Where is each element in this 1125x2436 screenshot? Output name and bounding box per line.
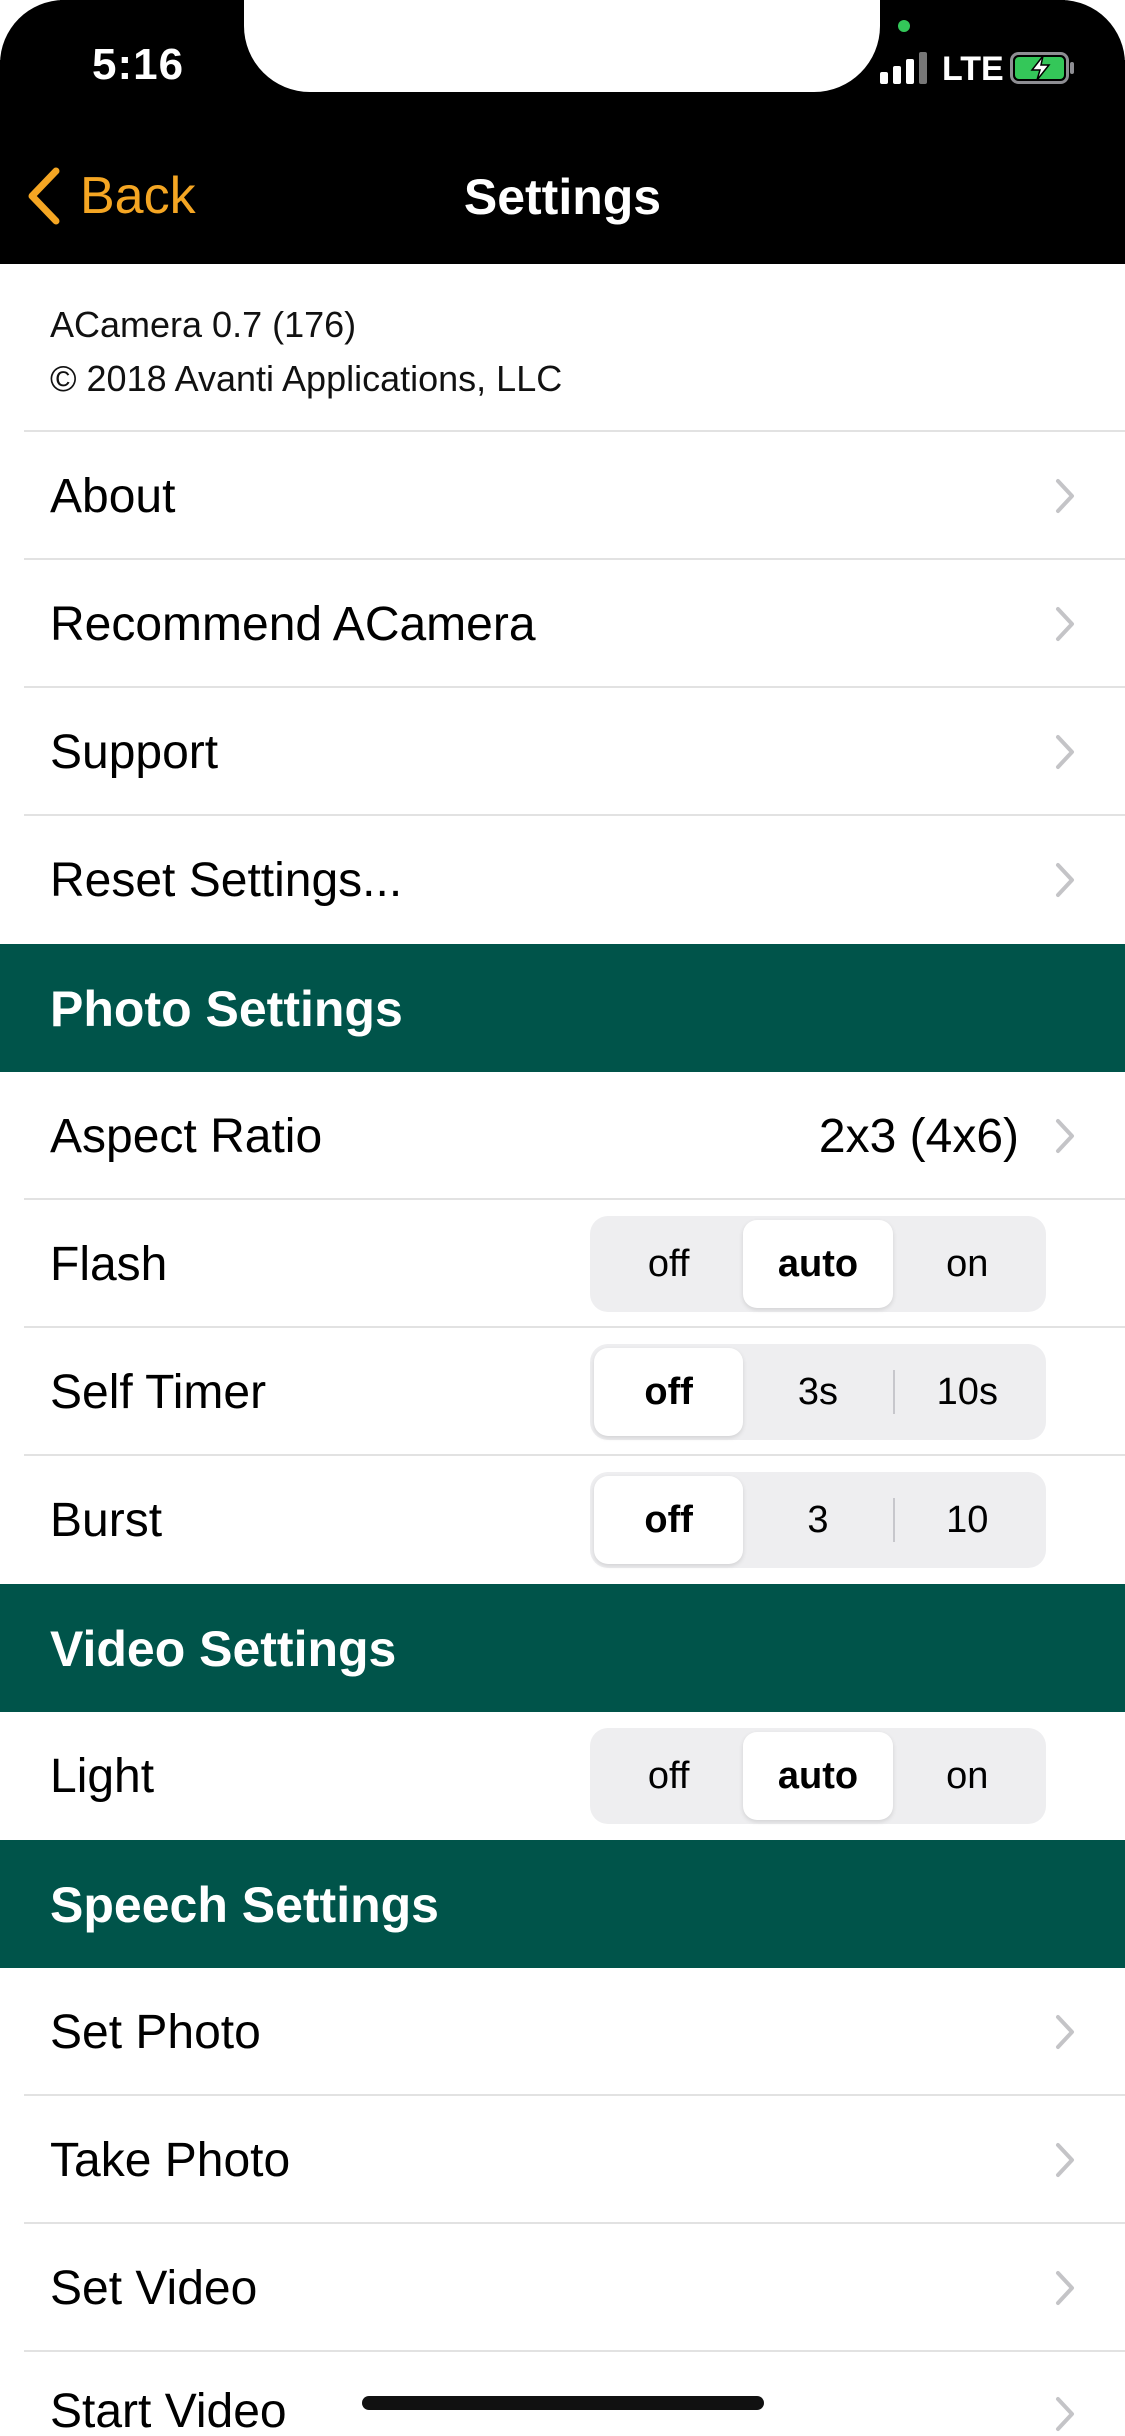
self-timer-segmented-control[interactable]: off 3s 10s [590,1344,1046,1440]
chevron-right-icon [1056,1119,1074,1153]
chevron-right-icon [1056,2271,1074,2305]
screen-corner-right [1005,0,1125,120]
speech-row-start-video[interactable]: Start Video [0,2352,1125,2436]
burst-option-off[interactable]: off [594,1476,744,1564]
row-label: About [50,469,176,523]
section-header-video: Video Settings [0,1584,1125,1712]
section-title: Speech Settings [50,1877,439,1933]
burst-option-10[interactable]: 10 [892,1476,1042,1564]
burst-segmented-control[interactable]: off 3 10 [590,1472,1046,1568]
section-header-photo: Photo Settings [0,944,1125,1072]
chevron-right-icon [1056,2143,1074,2177]
light-option-auto[interactable]: auto [743,1732,893,1820]
chevron-right-icon [1056,863,1074,897]
menu-row-recommend[interactable]: Recommend ACamera [0,560,1125,688]
section-title: Photo Settings [50,981,403,1037]
aspect-ratio-value: 2x3 (4x6) [818,1109,1019,1163]
home-indicator[interactable] [362,2396,764,2410]
section-header-speech: Speech Settings [0,1840,1125,1968]
row-label: Set Video [50,2261,258,2315]
self-timer-row: Self Timer off 3s 10s [0,1328,1125,1456]
cellular-signal-icon [880,52,927,84]
speech-row-set-photo[interactable]: Set Photo [0,1968,1125,2096]
app-info: ACamera 0.7 (176) © 2018 Avanti Applicat… [50,298,562,406]
status-time: 5:16 [92,40,185,89]
chevron-right-icon [1056,607,1074,641]
light-option-off[interactable]: off [594,1732,743,1820]
row-label: Start Video [50,2385,287,2436]
flash-segmented-control[interactable]: off auto on [590,1216,1046,1312]
self-timer-option-10s[interactable]: 10s [892,1348,1042,1436]
flash-row: Flash off auto on [0,1200,1125,1328]
row-label: Aspect Ratio [50,1109,323,1163]
row-label: Recommend ACamera [50,597,536,651]
camera-in-use-indicator [898,20,910,32]
burst-option-3[interactable]: 3 [743,1476,892,1564]
burst-row: Burst off 3 10 [0,1456,1125,1584]
flash-option-auto[interactable]: auto [743,1220,893,1308]
chevron-right-icon [1056,479,1074,513]
navigation-bar: 5:16 LTE Back Settings [0,0,1125,264]
flash-option-off[interactable]: off [594,1220,743,1308]
page-title: Settings [463,169,662,225]
row-label: Burst [50,1493,163,1547]
device-notch [244,0,880,92]
self-timer-option-3s[interactable]: 3s [743,1348,892,1436]
speech-row-set-video[interactable]: Set Video [0,2224,1125,2352]
screen-corner-left [0,0,120,120]
row-label: Support [50,725,219,779]
self-timer-option-off[interactable]: off [594,1348,744,1436]
light-segmented-control[interactable]: off auto on [590,1728,1046,1824]
menu-row-reset-settings[interactable]: Reset Settings... [0,816,1125,944]
light-option-on[interactable]: on [893,1732,1042,1820]
row-label: Self Timer [50,1365,267,1419]
chevron-right-icon [1056,735,1074,769]
menu-row-about[interactable]: About [0,432,1125,560]
chevron-right-icon [1056,2397,1074,2431]
speech-row-take-photo[interactable]: Take Photo [0,2096,1125,2224]
network-type: LTE [942,50,1004,88]
aspect-ratio-row[interactable]: Aspect Ratio 2x3 (4x6) [0,1072,1125,1200]
menu-row-support[interactable]: Support [0,688,1125,816]
light-row: Light off auto on [0,1712,1125,1840]
chevron-right-icon [1056,2015,1074,2049]
row-label: Take Photo [50,2133,291,2187]
section-title: Video Settings [50,1621,397,1677]
row-label: Light [50,1749,155,1803]
row-label: Flash [50,1237,168,1291]
row-label: Reset Settings... [50,853,403,907]
app-version: ACamera 0.7 (176) [50,304,357,345]
flash-option-on[interactable]: on [893,1220,1042,1308]
app-copyright: © 2018 Avanti Applications, LLC [50,358,563,399]
row-label: Set Photo [50,2005,261,2059]
battery-charging-icon [1010,52,1074,84]
